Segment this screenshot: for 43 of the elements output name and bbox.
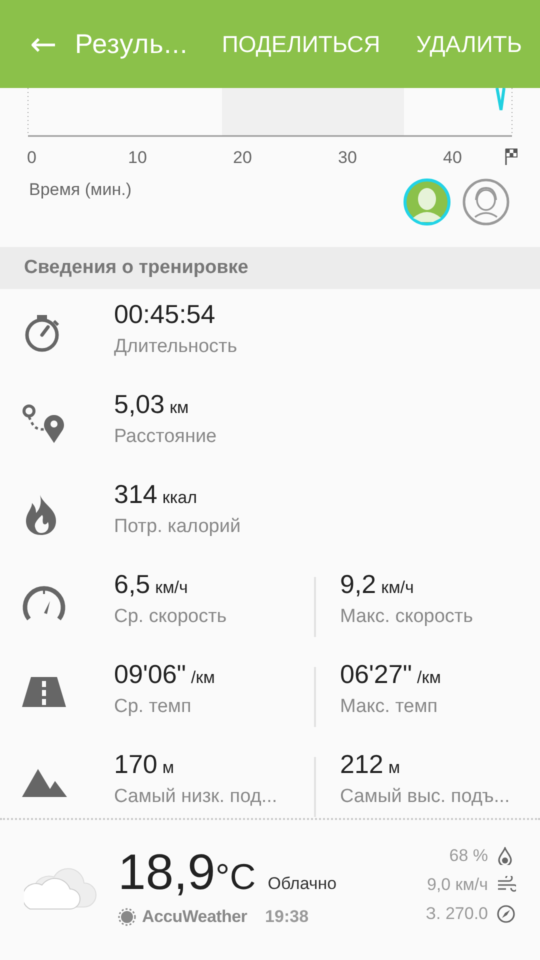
temperature: 18,9: [118, 842, 216, 900]
back-button[interactable]: ←: [30, 25, 57, 63]
stat-label: Самый низк. под...: [114, 786, 278, 808]
stat-label: Потр. калорий: [114, 516, 242, 538]
stat-label: Макс. скорость: [340, 606, 474, 628]
share-button[interactable]: ПОДЕЛИТЬСЯ: [204, 30, 398, 58]
axis-label: Время (мин.): [29, 180, 132, 200]
stat-value: 09'06" /км: [114, 659, 216, 690]
direction-icon: [496, 904, 516, 922]
stat-label: Расстояние: [114, 426, 218, 448]
update-time: 19:38: [265, 906, 309, 926]
weather-condition: Облачно: [268, 874, 337, 894]
weather-detail: 9,0 км/ч: [426, 874, 488, 894]
finish-flag-icon: [503, 148, 519, 166]
stat-value: 06'27" /км: [340, 659, 442, 690]
section-title: Сведения о тренировке: [24, 257, 248, 278]
stat-label: Макс. темп: [340, 696, 439, 718]
stat-label: Самый выс. подъ...: [340, 786, 511, 808]
temperature-unit: °C: [215, 856, 256, 898]
delete-button[interactable]: УДАЛИТЬ: [398, 30, 540, 58]
stat-value: 6,5 км/ч: [114, 569, 189, 600]
weather-detail: 68 %: [449, 846, 488, 866]
stat-label: Ср. скорость: [114, 606, 228, 628]
stat-value: 170 м: [114, 749, 176, 780]
axis-tick-label: 20: [233, 148, 252, 168]
stat-label: Длительность: [114, 336, 238, 358]
stat-value: 212 м: [340, 749, 402, 780]
provider-name: AccuWeather: [142, 906, 248, 926]
stat-value: 00:45:54: [114, 299, 216, 330]
stat-value: 5,03 км: [114, 389, 190, 420]
avatar-icon[interactable]: [403, 178, 451, 226]
axis-tick-label: 0: [27, 148, 36, 168]
axis-tick-label: 40: [443, 148, 462, 168]
axis-tick-label: 10: [128, 148, 147, 168]
stat-value: 9,2 км/ч: [340, 569, 415, 600]
sun-icon: [118, 908, 136, 926]
avatar-icon[interactable]: [462, 178, 510, 226]
stat-value: 314 ккал: [114, 479, 198, 510]
wind-icon: [496, 876, 516, 894]
axis-tick-label: 30: [338, 148, 357, 168]
stat-label: Ср. темп: [114, 696, 192, 718]
screen-title: Резуль...: [74, 28, 189, 60]
weather-detail: З. 270.0: [426, 904, 488, 924]
